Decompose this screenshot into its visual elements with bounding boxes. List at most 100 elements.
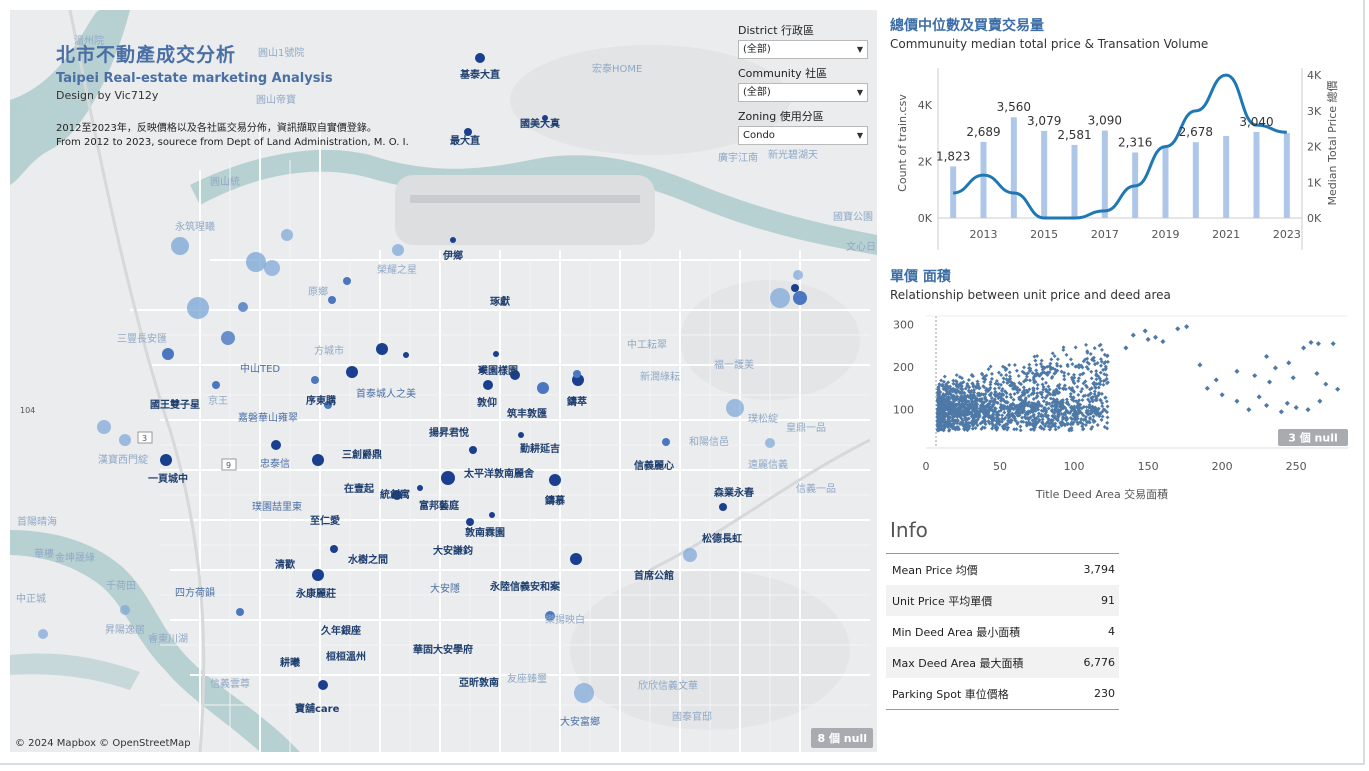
info-value: 4 [1108, 625, 1115, 638]
filter-zoning-select[interactable]: Condo ▼ [738, 126, 868, 145]
chevron-down-icon: ▼ [856, 131, 863, 140]
info-title: Info [890, 518, 928, 542]
basemap-label: 中正城 [16, 594, 46, 605]
basemap-label: 三豐長安匯 [117, 334, 167, 345]
basemap-label: 遠麗信義 [748, 460, 788, 471]
filter-community-select[interactable]: (全部) ▼ [738, 83, 868, 102]
info-label: Min Deed Area 最小面積 [892, 625, 1021, 639]
map-place-label[interactable]: 序東購 [306, 392, 336, 407]
map-place-label[interactable]: 勤耕延吉 [520, 440, 560, 455]
basemap-label: 睿東川湖 [148, 634, 188, 645]
map-place-label[interactable]: 國王雙子星 [150, 396, 200, 411]
map-place-label[interactable]: 筑丰敦匯 [507, 405, 547, 420]
map-place-label[interactable]: 大安謙鈞 [433, 542, 473, 557]
map-place-label[interactable]: 華固大安學府 [413, 641, 473, 656]
x-tick-label: 200 [1212, 460, 1233, 473]
basemap-label: 金坤晟綠 [55, 553, 95, 564]
map-place-label[interactable]: 四方荷韻 [175, 584, 215, 599]
map-place-label[interactable]: 伊鄉 [443, 247, 463, 262]
map-place-label[interactable]: 清歡 [275, 556, 295, 571]
x-tick-label: 2021 [1212, 228, 1240, 241]
chevron-down-icon: ▼ [856, 88, 863, 97]
x-tick-label: 100 [1064, 460, 1085, 473]
map-place-label[interactable]: 一頁城中 [148, 470, 188, 485]
map-null-badge[interactable]: 8 個 null [811, 728, 873, 748]
map-place-label[interactable]: 富邦藝庭 [419, 497, 459, 512]
info-value: 6,776 [1083, 656, 1116, 669]
filter-district-select[interactable]: (全部) ▼ [738, 40, 868, 59]
map-place-label[interactable]: 敦南霖園 [465, 524, 505, 539]
map-place-label[interactable]: 至仁愛 [310, 512, 340, 527]
map-place-label[interactable]: 鑄慕 [545, 492, 565, 507]
filter-community-label: Community 社區 [738, 67, 828, 80]
map-attribution[interactable]: © 2024 Mapbox © OpenStreetMap [15, 738, 191, 749]
map-place-label[interactable]: 水樹之間 [348, 551, 388, 566]
info-value: 3,794 [1083, 563, 1116, 576]
info-label: Unit Price 平均單價 [892, 594, 993, 608]
map-place-label[interactable]: 大安富鄉 [560, 713, 600, 728]
map-place-label[interactable]: 森業永春 [714, 484, 754, 499]
x-tick-label: 2019 [1152, 228, 1180, 241]
map-place-label[interactable]: 中山TED [240, 360, 280, 375]
bar [1162, 147, 1169, 218]
basemap-label: 國寶公園 [833, 212, 873, 223]
map-place-label[interactable]: 信義麗心 [634, 457, 674, 472]
y-tick-label: 100 [893, 404, 914, 417]
basemap-label: 欣欣信義文華 [638, 681, 698, 692]
y-left-tick-label: 4K [918, 99, 933, 112]
map-place-label[interactable]: 松德長虹 [702, 530, 742, 545]
basemap-label: 友座臻璽 [507, 674, 547, 685]
map-place-label[interactable]: 敦仰 [477, 394, 497, 409]
bar-chart-title: 總價中位數及買賣交易量 [890, 18, 1044, 34]
map-place-label[interactable]: 太平洋敦南麗舍 [464, 465, 534, 480]
map-place-label[interactable]: 琢獻 [490, 293, 510, 308]
basemap-label: 華樓 [34, 549, 54, 560]
map-place-label[interactable]: 亞昕敦南 [459, 674, 499, 689]
map-place-label[interactable]: 鑄萃 [567, 393, 587, 408]
basemap-label: 信義一品 [796, 484, 836, 495]
basemap-label: 首陽晴海 [17, 517, 57, 528]
map-place-label[interactable]: 久年銀座 [321, 622, 361, 637]
map-place-label[interactable]: 三創爵鼎 [342, 446, 382, 461]
map-place-label[interactable]: 寶舖care [295, 700, 339, 715]
bar [1071, 144, 1078, 218]
map-place-label[interactable]: 基泰大直 [460, 66, 500, 81]
chevron-down-icon: ▼ [856, 45, 863, 54]
bar-data-label: 3,560 [997, 100, 1031, 114]
map-view[interactable]: 104 3 9 北市不動產成交分析 Taipei Real-estate mar… [10, 10, 877, 752]
x-tick-label: 2023 [1273, 228, 1301, 241]
info-row: Unit Price 平均單價 91 [886, 585, 1119, 616]
y-right-tick-label: 1K [1307, 176, 1322, 189]
map-place-label[interactable]: 統創寓 [380, 486, 410, 501]
basemap-label: 廣宇江南 [718, 153, 758, 164]
map-place-label[interactable]: 耕曦 [280, 654, 300, 669]
map-place-label[interactable]: 揚昇君悅 [429, 424, 469, 439]
map-place-label[interactable]: 大安隱 [430, 580, 460, 595]
basemap-label: 皇鼎一品 [786, 423, 826, 434]
map-place-label[interactable]: 最大直 [450, 132, 480, 147]
bar-line-chart[interactable]: 4K 2K 0K 4K 3K 2K 1K 0K Count of train.csv Median… [886, 58, 1352, 250]
info-row: Mean Price 均價 3,794 [886, 554, 1119, 585]
scatter-null-badge-text: 3 個 null [1288, 431, 1338, 445]
map-place-label[interactable]: 嘉磐華山雍翠 [238, 409, 298, 424]
map-place-label[interactable]: 桓桓溫州 [326, 648, 366, 663]
map-place-label[interactable]: 首席公館 [634, 567, 674, 582]
map-place-label[interactable]: 在壹起 [344, 480, 374, 495]
map-place-label[interactable]: 璞園樣園 [478, 362, 518, 377]
scatter-chart[interactable]: 300 200 100 0 50 100 150 200 250 Title Deed Area … [886, 308, 1352, 508]
map-desc-en: From 2012 to 2023, sourece from Dept of … [56, 137, 409, 148]
map-place-label[interactable]: 璞園喆里東 [252, 498, 302, 513]
basemap-label: 圓山1號院 [258, 48, 305, 59]
map-place-label[interactable]: 忠泰信 [260, 455, 290, 470]
map-place-label[interactable]: 永陸信義安和案 [490, 578, 560, 593]
bar [1010, 117, 1017, 218]
y-left-axis-title: Count of train.csv [896, 94, 909, 192]
map-place-label[interactable]: 國美大真 [520, 115, 560, 130]
bar [1283, 133, 1290, 218]
bar-data-label: 2,581 [1057, 128, 1091, 142]
info-label: Parking Spot 車位價格 [892, 687, 1009, 701]
map-place-label[interactable]: 首泰城人之美 [356, 385, 416, 400]
basemap-label: 圓山帝寶 [256, 95, 296, 106]
basemap-label: 福一護美 [714, 360, 754, 371]
map-place-label[interactable]: 永康麗莊 [296, 585, 336, 600]
